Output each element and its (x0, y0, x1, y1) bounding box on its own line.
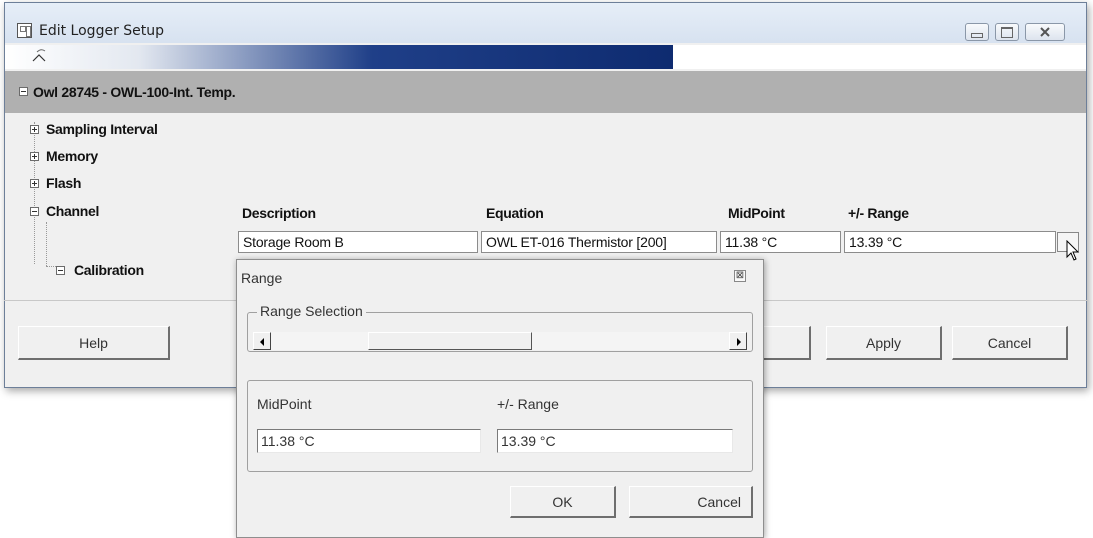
range-cell[interactable]: 13.39 °C (844, 231, 1056, 253)
expand-icon[interactable] (30, 179, 39, 188)
help-button[interactable]: Help (18, 326, 170, 360)
midpoint-input[interactable] (257, 429, 481, 453)
maximize-icon (1001, 26, 1013, 38)
expand-icon[interactable] (30, 152, 39, 161)
tree-item-label: Flash (46, 175, 82, 191)
logo-scribble-icon (32, 49, 46, 62)
description-cell[interactable]: Storage Room B (238, 231, 478, 253)
maximize-button[interactable] (995, 23, 1019, 41)
cancel-button[interactable]: Cancel (629, 486, 753, 518)
range-input[interactable] (497, 429, 733, 453)
tree-connector (34, 122, 36, 264)
ok-button[interactable]: OK (510, 486, 616, 518)
midpoint-label: MidPoint (257, 396, 312, 412)
tree-connector (46, 222, 48, 266)
device-row[interactable]: Owl 28745 - OWL-100-Int. Temp. (5, 71, 1086, 113)
equation-cell[interactable]: OWL ET-016 Thermistor [200] (481, 231, 717, 253)
expand-icon[interactable] (30, 125, 39, 134)
scroll-right-button[interactable] (729, 332, 747, 350)
arrow-right-icon (737, 338, 741, 346)
midpoint-cell[interactable]: 11.38 °C (720, 231, 841, 253)
cancel-button[interactable]: Cancel (952, 326, 1068, 360)
collapse-icon[interactable] (30, 207, 39, 216)
device-label: Owl 28745 - OWL-100-Int. Temp. (33, 84, 236, 100)
scroll-left-button[interactable] (253, 332, 271, 350)
tree-item-label: Memory (46, 148, 98, 164)
range-dialog: Range ⊠ Range Selection MidPoint +/- Ran… (236, 259, 764, 538)
column-header-equation: Equation (486, 205, 544, 221)
column-header-range: +/- Range (848, 205, 909, 221)
range-label: +/- Range (497, 396, 559, 412)
range-dialog-close-icon[interactable]: ⊠ (734, 270, 746, 282)
tree-item-label: Sampling Interval (46, 121, 158, 137)
range-values-group (247, 380, 753, 472)
header-gradient (5, 45, 673, 69)
apply-button[interactable]: Apply (826, 326, 942, 360)
header-banner (5, 45, 1086, 69)
close-button[interactable] (1025, 23, 1065, 41)
tree-item-label: Channel (46, 203, 100, 219)
column-header-midpoint: MidPoint (728, 205, 785, 221)
column-header-description: Description (242, 205, 316, 221)
collapse-icon[interactable] (19, 87, 28, 96)
window-title: Edit Logger Setup (39, 23, 165, 39)
range-dialog-title: Range (241, 270, 283, 286)
collapse-icon[interactable] (56, 266, 65, 275)
range-selection-label: Range Selection (257, 303, 366, 319)
slider-thumb[interactable] (368, 332, 533, 350)
tree-connector (46, 266, 56, 268)
app-icon (17, 23, 32, 38)
minimize-icon (971, 32, 983, 38)
title-bar[interactable]: Edit Logger Setup (5, 3, 1086, 43)
close-icon (1040, 27, 1050, 37)
range-slider[interactable] (253, 332, 747, 350)
minimize-button[interactable] (965, 23, 989, 41)
arrow-left-icon (260, 338, 264, 346)
mouse-cursor-icon (1066, 240, 1080, 261)
tree-item-label: Calibration (74, 262, 144, 278)
